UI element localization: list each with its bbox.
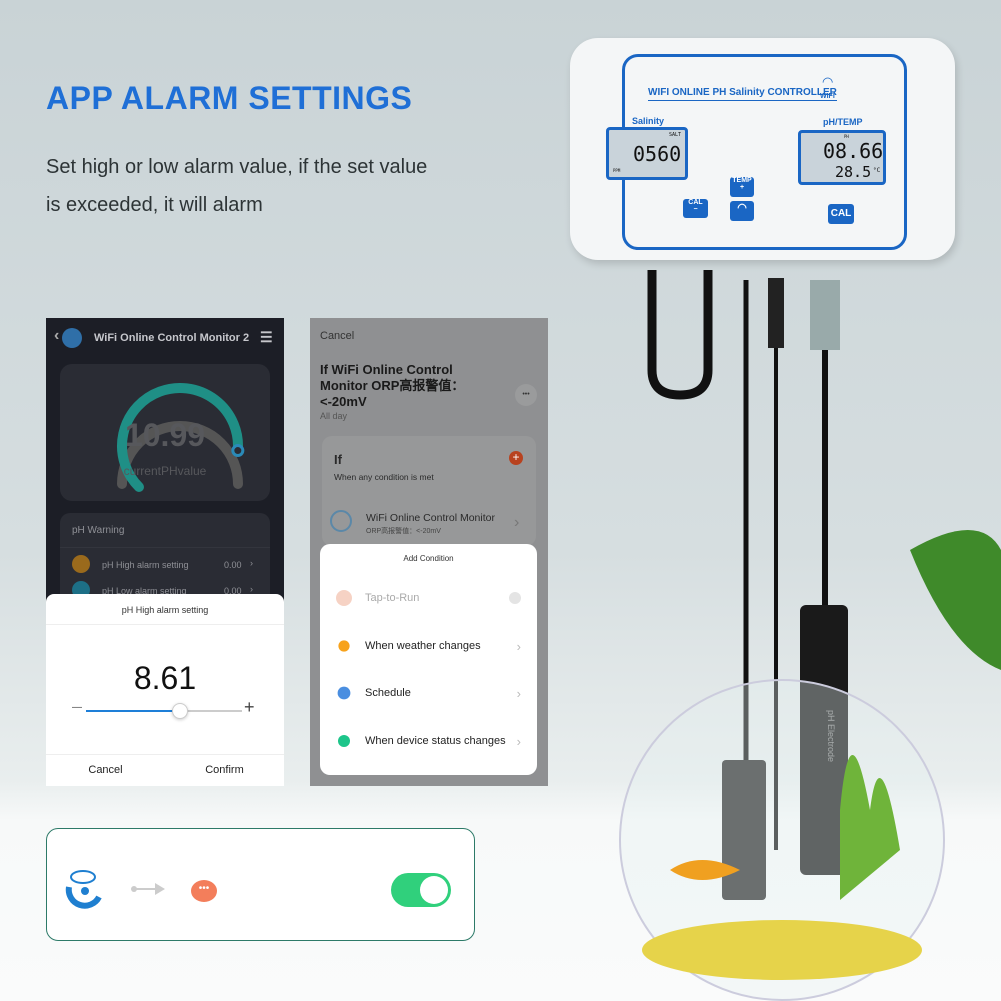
if-card: If When any condition is met + WiFi Onli… [322,436,536,546]
scene-title-line: Monitor ORP高报警值： [320,378,465,393]
condition-device-status[interactable]: When device status changes › [320,731,537,751]
if-sub: When any condition is met [334,472,434,482]
back-icon[interactable]: ‹ [54,327,59,345]
chevron-right-icon: › [514,514,520,531]
condition-label: When weather changes [365,640,481,652]
cancel-button[interactable]: Cancel [46,754,165,786]
ph-gauge: 10.99 currentPHvalue [60,364,270,501]
salinity-display: SALT PPM 0560 [606,127,688,180]
scene-title-line: <-20mV [320,394,367,409]
condition-weather[interactable]: When weather changes › [320,636,537,656]
subtitle-line: is exceeded, it will alarm [46,194,263,216]
gauge-label: currentPHvalue [123,464,207,478]
confirm-button[interactable]: Confirm [165,754,284,786]
sheet-title: Add Condition [403,554,454,563]
salinity-value: 0560 [633,142,682,166]
product-scene: pH Electrode [619,270,1001,1001]
ppm-tag: PPM [613,168,621,173]
ph-temp-title: pH/TEMP [823,117,863,127]
add-condition-icon[interactable]: + [509,451,523,465]
wifi-icon: ◠ [822,74,834,89]
salinity-title: Salinity [632,116,665,126]
message-bubble-icon: ••• [191,880,217,902]
more-button[interactable]: ••• [515,384,537,406]
ph-display: PH 08.66 28.5 °C [798,130,886,185]
automation-toggle[interactable] [391,873,451,907]
alarm-label: pH High alarm setting [102,560,189,570]
device-logo-icon [330,510,352,532]
alarm-value-display: 8.61 [133,660,197,696]
brand-logo [65,870,102,909]
cal-button[interactable]: CAL [828,204,854,224]
gauge-value: 10.99 [124,417,206,453]
condition-label: Tap-to-Run [365,592,420,604]
device-name: WiFi Online Control Monitor [366,512,495,524]
sun-icon [338,640,350,652]
dialog-title: pH High alarm setting [121,605,209,615]
alarm-setting-dialog: pH High alarm setting 8.61 — + Cancel Co… [46,594,284,786]
device-condition: ORP高报警值：<-20mV [366,528,441,535]
temp-value: 28.5 [835,163,872,181]
alarm-item[interactable]: pH High alarm setting 0.00 › [60,553,270,577]
clock-icon [337,686,351,700]
device-label: WIFI ONLINE PH Salinity CONTROLLER [648,87,837,101]
bulb-icon [338,735,350,747]
condition-label: When device status changes [365,735,506,747]
cancel-link[interactable]: Cancel [320,330,354,342]
app-header: ‹ WiFi Online Control Monitor 2 ☰ [46,318,284,358]
if-label: If [334,452,342,467]
wifi-label: WIFI [820,93,835,100]
scene-app-screen: Cancel If WiFi Online Control Monitor OR… [310,318,548,786]
arrow-right-icon [155,883,165,895]
condition-tap-to-run[interactable]: Tap-to-Run [320,588,537,608]
page-heading: APP ALARM SETTINGS [46,80,413,116]
alarm-icon [72,555,90,573]
controller-device: WIFI ONLINE PH Salinity CONTROLLER ◠ WIF… [570,38,955,260]
chevron-right-icon: › [250,584,253,594]
monitor-app-screen: ‹ WiFi Online Control Monitor 2 ☰ 10.99 … [46,318,284,786]
chevron-right-icon: › [516,685,521,701]
menu-icon[interactable]: ☰ [260,329,273,346]
app-logo-icon [62,328,82,348]
salt-tag: SALT [668,132,681,138]
wifi-button[interactable]: ◠ [730,201,754,221]
cal-minus-button[interactable]: CAL − [683,199,708,218]
scene-schedule: All day [320,411,348,421]
arrow-line [135,888,157,890]
chevron-right-icon: › [250,558,253,568]
add-condition-sheet: Add Condition Tap-to-Run When weather ch… [320,544,537,775]
automation-card: ••• [46,828,475,941]
subtitle-line: Set high or low alarm value, if the set … [46,156,428,178]
info-icon [509,592,521,604]
minus-button[interactable]: — [72,702,82,713]
ph-value: 08.66 [823,139,884,163]
condition-schedule[interactable]: Schedule › [320,683,537,703]
chevron-right-icon: › [516,638,521,654]
chevron-right-icon: › [516,733,521,749]
app-title: WiFi Online Control Monitor 2 [94,332,250,344]
scene-title-line: If WiFi Online Control [320,362,453,377]
temp-unit: °C [873,167,881,174]
value-slider[interactable] [86,703,242,719]
subtitle: Set high or low alarm value, if the set … [46,148,427,224]
condition-label: Schedule [365,687,411,699]
alarm-value: 0.00 [224,560,242,570]
plus-button[interactable]: + [244,697,255,718]
temp-plus-button[interactable]: TEMP + [730,177,754,197]
hand-tap-icon [336,590,352,606]
scene-title: If WiFi Online Control Monitor ORP高报警值： … [320,362,464,410]
warning-title: pH Warning [72,525,125,536]
